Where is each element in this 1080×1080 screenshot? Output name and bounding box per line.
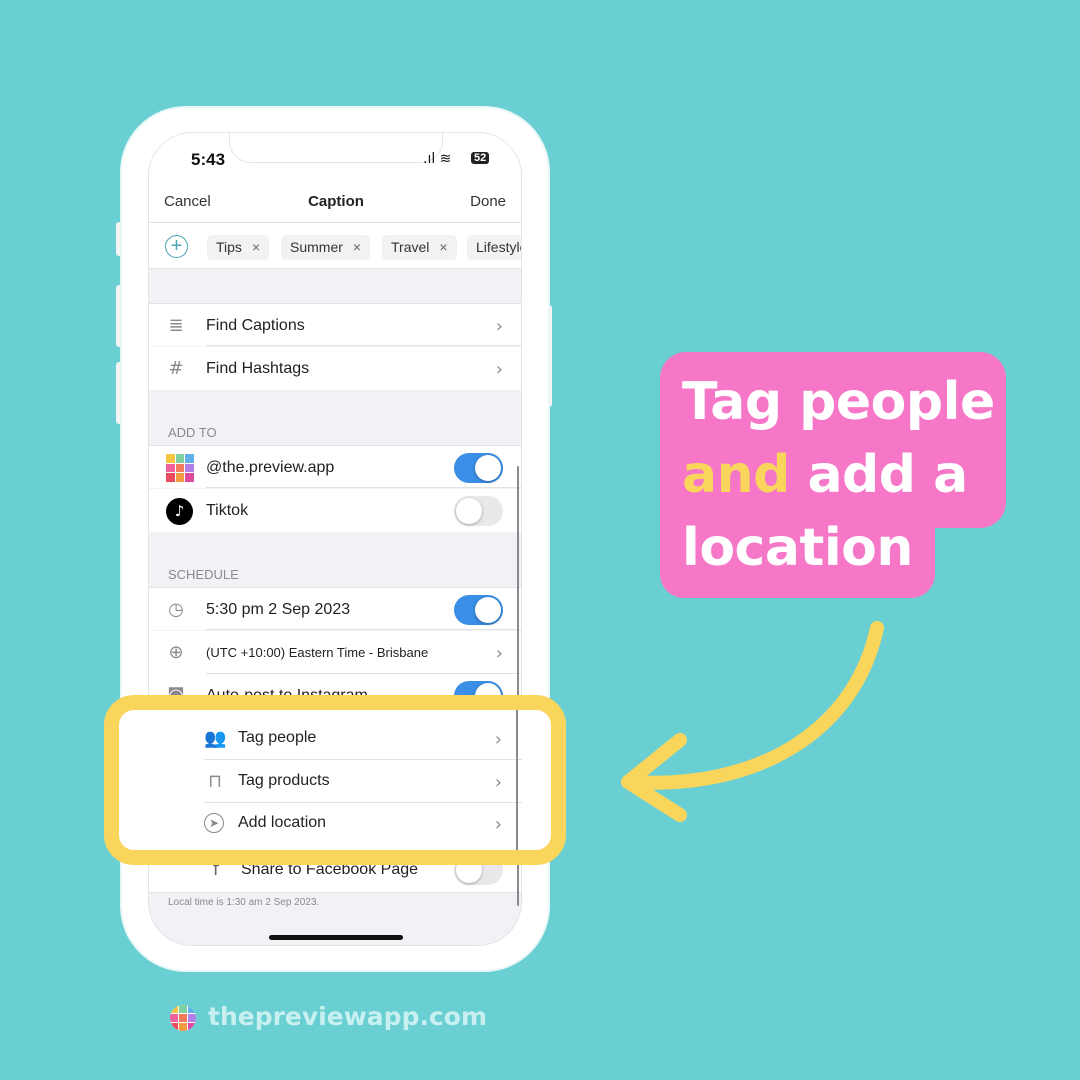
tag-chip[interactable]: Tips × [207, 235, 270, 260]
schedule-toggle[interactable] [454, 595, 503, 625]
find-hashtags-row[interactable]: # Find Hashtags › [149, 347, 521, 390]
remove-tag-icon: × [439, 239, 448, 255]
tags-row: + Tips× Summer× Travel× Lifestyle [149, 223, 521, 269]
chevron-right-icon: › [495, 643, 503, 664]
chevron-right-icon: › [494, 814, 502, 835]
signal-wifi-icon: .ıl ≋ [423, 151, 452, 167]
status-time: 5:43 [191, 150, 226, 169]
local-time-note: Local time is 1:30 am 2 Sep 2023. [168, 897, 320, 908]
add-tag-icon[interactable]: + [165, 235, 188, 258]
tiktok-toggle[interactable] [454, 496, 503, 526]
tag-products-row[interactable]: ⊓ Tag products › [200, 760, 522, 803]
tag-chip[interactable]: Summer × [281, 235, 371, 260]
shopping-bag-icon: ⊓ [207, 771, 223, 792]
account-toggle[interactable] [454, 453, 503, 483]
tag-chip[interactable]: Lifestyle [467, 235, 521, 260]
battery-icon: 52 [471, 152, 490, 164]
chevron-right-icon: › [495, 316, 503, 337]
page-title: Caption [308, 193, 364, 210]
notch [229, 133, 443, 163]
people-icon: 👥 [204, 728, 227, 749]
tiktok-icon: ♪ [166, 498, 193, 525]
timezone-row[interactable]: ⊕ (UTC +10:00) Eastern Time - Brisbane › [149, 631, 521, 674]
arrow-icon [621, 621, 884, 822]
preview-app-logo [166, 454, 194, 482]
text-lines-icon: ≣ [168, 315, 184, 336]
chevron-right-icon: › [495, 359, 503, 380]
remove-tag-icon: × [352, 239, 362, 255]
chevron-right-icon: › [494, 772, 502, 793]
location-arrow-icon: ➤ [204, 813, 224, 833]
home-indicator [269, 935, 403, 940]
clock-icon: ◷ [168, 599, 184, 620]
tag-people-row[interactable]: 👥 Tag people › [200, 717, 522, 760]
add-location-row[interactable]: ➤ Add location › [200, 802, 522, 845]
callout-text: Tag people and add a location [682, 372, 995, 578]
schedule-time-row[interactable]: ◷ 5:30 pm 2 Sep 2023 [149, 587, 521, 630]
hashtag-icon: # [168, 358, 184, 379]
schedule-header: SCHEDULE [168, 567, 239, 582]
find-captions-row[interactable]: ≣ Find Captions › [149, 303, 521, 346]
globe-icon: ⊕ [168, 642, 184, 663]
account-row: @the.preview.app [149, 445, 521, 488]
add-to-header: ADD TO [168, 425, 217, 440]
chevron-right-icon: › [494, 729, 502, 750]
done-button[interactable]: Done [470, 193, 506, 210]
tiktok-row: ♪ Tiktok [149, 489, 521, 532]
brand-logo [170, 1005, 196, 1031]
brand-website: thepreviewapp.com [208, 1002, 488, 1031]
remove-tag-icon: × [251, 239, 261, 255]
tag-chip[interactable]: Travel × [382, 235, 457, 260]
